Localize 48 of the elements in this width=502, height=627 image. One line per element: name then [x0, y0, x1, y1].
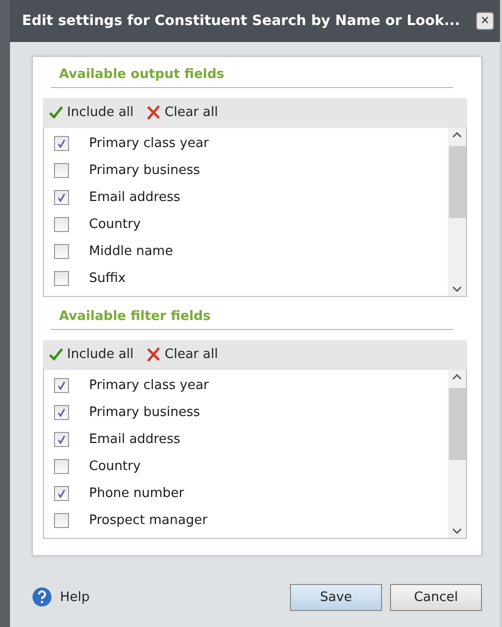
- checkbox[interactable]: [54, 163, 69, 178]
- clear-all-button[interactable]: Clear all: [146, 346, 218, 362]
- help-icon: [32, 587, 52, 607]
- check-icon: [49, 348, 63, 360]
- check-icon: [57, 489, 66, 498]
- window-title: Edit settings for Constituent Search by Name or Look...: [22, 13, 460, 29]
- checkbox[interactable]: [54, 486, 69, 501]
- field-label: Country: [89, 217, 141, 232]
- scrollbar[interactable]: [448, 370, 466, 538]
- field-label: Email address: [89, 432, 180, 447]
- include-all-button[interactable]: Include all: [49, 346, 134, 362]
- clear-all-button[interactable]: Clear all: [146, 104, 218, 120]
- help-link[interactable]: Help: [32, 587, 90, 607]
- checkbox[interactable]: [54, 459, 69, 474]
- section-heading: Available filter fields: [51, 307, 453, 330]
- field-label: Prospect manager: [89, 513, 208, 528]
- field-label: Country: [89, 459, 141, 474]
- include-all-button[interactable]: Include all: [49, 104, 134, 120]
- checkbox[interactable]: [54, 244, 69, 259]
- checkbox[interactable]: [54, 378, 69, 393]
- check-icon: [57, 193, 66, 202]
- section-heading: Available output fields: [51, 65, 453, 88]
- check-icon: [57, 408, 66, 417]
- checkbox[interactable]: [54, 432, 69, 447]
- cancel-button[interactable]: Cancel: [390, 584, 482, 610]
- field-label: Email address: [89, 190, 180, 205]
- checkbox[interactable]: [54, 190, 69, 205]
- check-icon: [57, 435, 66, 444]
- field-label: Primary class year: [89, 378, 209, 393]
- check-icon: [49, 106, 63, 118]
- checkbox[interactable]: [54, 136, 69, 151]
- field-label: Suffix: [89, 271, 126, 286]
- field-label: Primary class year: [89, 136, 209, 151]
- field-label: Primary business: [89, 163, 200, 178]
- check-icon: [57, 139, 66, 148]
- checkbox[interactable]: [54, 217, 69, 232]
- clear-icon: [146, 104, 161, 120]
- clear-icon: [146, 346, 161, 362]
- field-label: Phone number: [89, 486, 184, 501]
- save-button[interactable]: Save: [290, 584, 382, 610]
- checkbox[interactable]: [54, 513, 69, 528]
- checkbox[interactable]: [54, 271, 69, 286]
- check-icon: [57, 381, 66, 390]
- field-label: Middle name: [89, 244, 173, 259]
- close-button[interactable]: ✕: [476, 12, 494, 30]
- scrollbar[interactable]: [448, 128, 466, 296]
- field-label: Primary business: [89, 405, 200, 420]
- checkbox[interactable]: [54, 405, 69, 420]
